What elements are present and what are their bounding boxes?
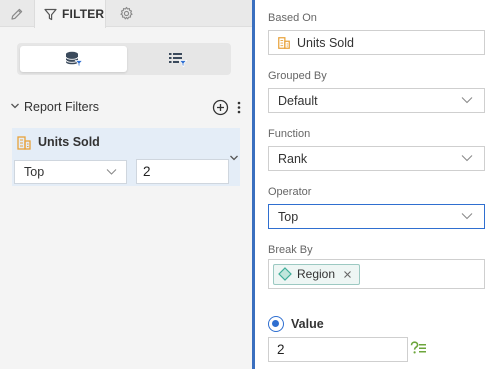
pencil-icon[interactable] bbox=[2, 0, 32, 27]
report-filters-header: Report Filters bbox=[8, 97, 248, 119]
left-pane: FILTER Report Filters Units Sold Top 2 bbox=[0, 0, 252, 369]
database-filter-icon bbox=[65, 51, 83, 67]
tab-filter[interactable]: FILTER bbox=[34, 0, 106, 28]
filter-operator-value: Top bbox=[24, 165, 45, 179]
value-radio-label: Value bbox=[291, 317, 324, 331]
measure-icon bbox=[17, 136, 31, 150]
funnel-icon bbox=[44, 8, 57, 20]
function-select[interactable]: Rank bbox=[268, 146, 485, 171]
break-by-label: Break By bbox=[268, 244, 313, 256]
filter-measure-name: Units Sold bbox=[38, 135, 100, 149]
function-label: Function bbox=[268, 128, 311, 140]
based-on-field[interactable]: Units Sold bbox=[268, 30, 485, 55]
chevron-down-icon bbox=[106, 169, 117, 175]
chevron-down-icon[interactable] bbox=[10, 102, 20, 110]
dimension-icon bbox=[278, 267, 292, 281]
operator-value: Top bbox=[278, 209, 299, 224]
filter-operator-select[interactable]: Top bbox=[14, 160, 127, 184]
view-toggle-data-filters[interactable] bbox=[20, 46, 127, 72]
report-filters-title: Report Filters bbox=[24, 100, 100, 114]
based-on-value: Units Sold bbox=[297, 35, 354, 50]
grouped-by-label: Grouped By bbox=[268, 70, 327, 82]
gear-icon[interactable] bbox=[111, 0, 141, 27]
break-by-field[interactable]: Region bbox=[268, 259, 485, 289]
grouped-by-select[interactable]: Default bbox=[268, 88, 485, 113]
break-by-chip[interactable]: Region bbox=[273, 263, 361, 285]
grouped-by-value: Default bbox=[278, 93, 318, 108]
filter-card-units-sold[interactable]: Units Sold Top 2 bbox=[12, 128, 240, 186]
filter-settings-panel: Based On Units Sold Grouped By Default F… bbox=[255, 0, 493, 369]
operator-select[interactable]: Top bbox=[268, 204, 485, 229]
view-toggle bbox=[17, 43, 231, 75]
more-vertical-icon[interactable] bbox=[236, 99, 242, 116]
list-filter-icon bbox=[168, 53, 187, 67]
measure-icon bbox=[278, 36, 290, 49]
plus-circle-icon[interactable] bbox=[212, 99, 229, 116]
formula-help-icon[interactable] bbox=[410, 341, 427, 356]
value-input-text: 2 bbox=[277, 342, 285, 357]
close-icon[interactable] bbox=[343, 270, 352, 279]
chevron-down-icon bbox=[461, 213, 473, 220]
tab-filter-label: FILTER bbox=[62, 7, 105, 21]
panel-tabbar: FILTER bbox=[0, 0, 252, 28]
value-radio[interactable] bbox=[268, 316, 284, 332]
chevron-down-icon bbox=[461, 97, 473, 104]
chevron-down-icon bbox=[461, 155, 473, 162]
filter-value-input[interactable]: 2 bbox=[136, 159, 229, 184]
operator-label: Operator bbox=[268, 186, 312, 198]
chevron-down-icon[interactable] bbox=[229, 154, 239, 162]
function-value: Rank bbox=[278, 151, 308, 166]
value-input[interactable]: 2 bbox=[268, 337, 408, 362]
based-on-label: Based On bbox=[268, 12, 317, 24]
filter-value-text: 2 bbox=[143, 164, 151, 179]
view-toggle-list-filters[interactable] bbox=[127, 46, 228, 72]
break-by-chip-label: Region bbox=[297, 267, 336, 281]
